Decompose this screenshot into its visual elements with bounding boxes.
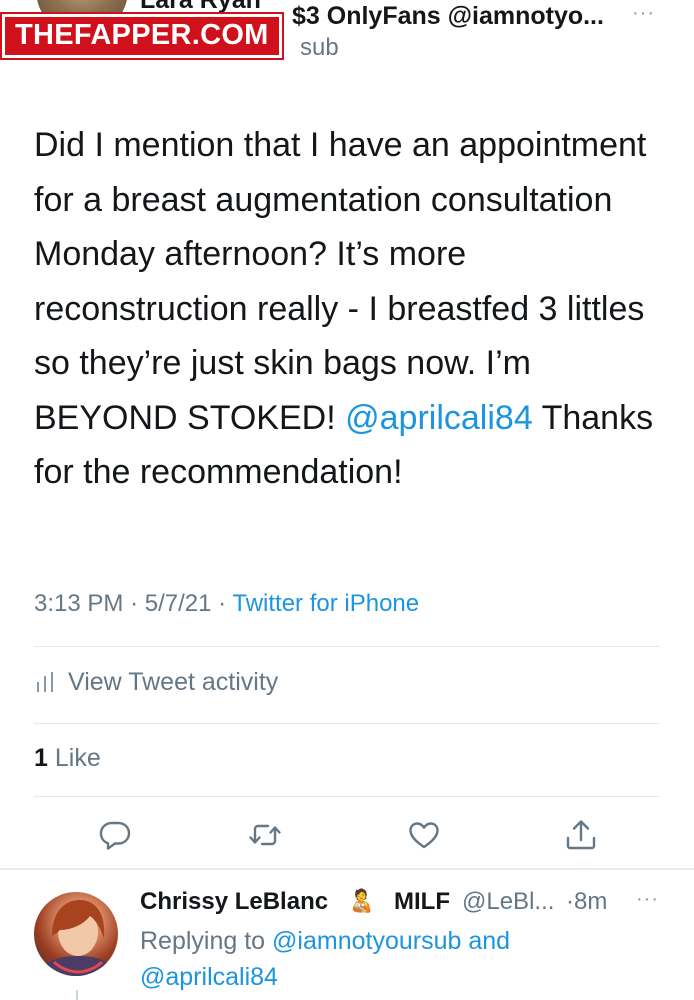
view-tweet-activity-label: View Tweet activity (68, 667, 279, 696)
tweet-time: 3:13 PM (34, 590, 124, 617)
meta-separator: · (130, 590, 139, 617)
more-options-icon[interactable]: ··· (632, 2, 655, 25)
divider (34, 723, 660, 724)
author-name[interactable]: Lara Ryan (140, 0, 261, 15)
replying-to: Replying to @iamnotyoursub and (140, 927, 510, 956)
replying-to-user2-link[interactable]: @aprilcali84 (140, 963, 278, 991)
tweet-date: 5/7/21 (144, 590, 212, 617)
watermark-logo: THEFAPPER.COM (2, 14, 282, 58)
reply-author-tag[interactable]: MILF (394, 888, 450, 916)
tweet-text-part1: Did I mention that I have an appointment… (34, 126, 647, 437)
author-handle: sub (300, 34, 339, 61)
baby-bottle-person-icon: 🧑‍🍼 (348, 888, 376, 913)
divider (34, 796, 660, 797)
avatar-image (40, 900, 116, 976)
reply-more-options-icon[interactable]: ··· (636, 888, 659, 911)
share-icon[interactable] (564, 818, 598, 852)
section-separator (0, 868, 694, 870)
likes-label: Like (54, 744, 101, 772)
tweet-source[interactable]: Twitter for iPhone (232, 590, 419, 617)
reply-author-name[interactable]: Chrissy LeBlanc (140, 888, 328, 916)
reply-avatar[interactable] (34, 892, 118, 976)
likes-count[interactable]: 1 Like (34, 744, 101, 773)
like-heart-icon[interactable] (407, 818, 441, 852)
divider (34, 646, 660, 647)
tweet-text: Did I mention that I have an appointment… (34, 118, 664, 500)
thread-line (76, 990, 78, 1000)
reply-author-handle: @LeBl... (462, 888, 555, 915)
replying-to-continued: @aprilcali84 (140, 963, 278, 992)
replying-to-user1-link[interactable]: @iamnotyoursub (272, 927, 461, 955)
bar-chart-icon (37, 672, 53, 692)
retweet-icon[interactable] (248, 818, 282, 852)
replying-to-and: and (468, 927, 511, 955)
replying-to-label: Replying to (140, 927, 266, 955)
reply-timestamp: ·8m (566, 888, 608, 915)
view-tweet-activity-button[interactable]: View Tweet activity (34, 664, 278, 700)
likes-number: 1 (34, 744, 48, 772)
tweet-meta: 3:13 PM · 5/7/21 · Twitter for iPhone (34, 590, 419, 618)
author-name-rest[interactable]: $3 OnlyFans @iamnotyo... (292, 2, 604, 31)
reply-icon[interactable] (98, 818, 132, 852)
mention-link[interactable]: @aprilcali84 (345, 399, 533, 437)
meta-separator: · (218, 590, 227, 617)
